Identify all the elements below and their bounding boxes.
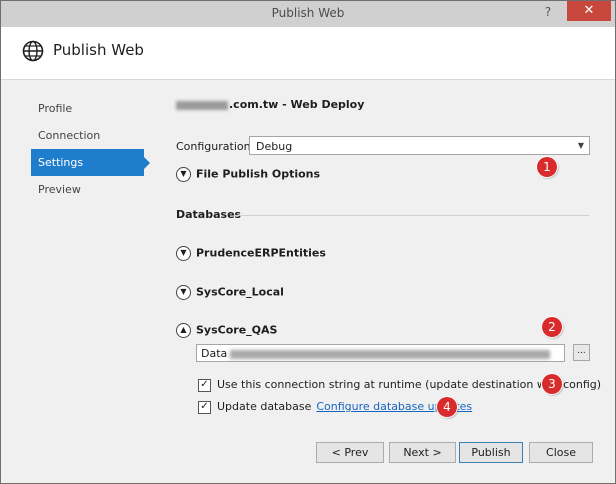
nav-item-settings[interactable]: Settings: [31, 149, 150, 176]
help-button[interactable]: ?: [539, 5, 557, 19]
file-publish-options-label: File Publish Options: [196, 167, 321, 181]
title-bar: Publish Web ? ✕: [1, 1, 615, 28]
close-button[interactable]: Close: [529, 442, 593, 463]
db-label: SysCore_Local: [196, 285, 284, 299]
update-database-row: ✓ Update database Configure database updat…: [198, 400, 472, 414]
chevron-up-icon: ▲: [176, 323, 191, 338]
use-connection-string-checkbox[interactable]: ✓: [198, 378, 211, 392]
publish-button[interactable]: Publish: [459, 442, 523, 463]
nav-item-profile[interactable]: Profile: [31, 95, 147, 122]
nav-item-preview[interactable]: Preview: [31, 176, 147, 203]
update-database-checkbox[interactable]: ✓: [198, 400, 211, 414]
db-expander-prudenceerpentities[interactable]: ▼ PrudenceERPEntities: [176, 246, 326, 261]
globe-icon: [22, 40, 44, 62]
annotation-badge-2: 2: [542, 317, 562, 337]
annotation-badge-1: 1: [537, 157, 557, 177]
chevron-down-icon: ▼: [176, 246, 191, 261]
configuration-label: Configuration:: [176, 140, 255, 153]
chevron-down-icon: ▼: [577, 141, 584, 150]
dialog-header: Publish Web: [1, 27, 615, 80]
db-label: PrudenceERPEntities: [196, 246, 326, 260]
use-connection-string-row: ✓ Use this connection string at runtime (…: [198, 378, 601, 392]
redacted-host: [176, 100, 228, 110]
annotation-badge-4: 4: [437, 397, 457, 417]
publish-web-dialog: Publish Web ? ✕ Publish Web Profile Conn…: [0, 0, 616, 484]
connection-string-prefix: Data: [201, 347, 228, 360]
dialog-title: Publish Web: [53, 41, 144, 59]
configuration-select[interactable]: Debug ▼: [249, 136, 590, 155]
nav-item-connection[interactable]: Connection: [31, 122, 147, 149]
browse-connection-button[interactable]: ...: [573, 344, 590, 361]
prev-button[interactable]: < Prev: [316, 442, 384, 463]
databases-divider: [234, 215, 589, 216]
chevron-down-icon: ▼: [176, 167, 191, 182]
update-database-label[interactable]: Update database: [217, 400, 311, 413]
file-publish-options-expander[interactable]: ▼ File Publish Options: [176, 167, 320, 182]
dialog-body: Profile Connection Settings Preview .com…: [1, 80, 615, 483]
annotation-badge-3: 3: [542, 374, 562, 394]
db-expander-syscore-qas[interactable]: ▲ SysCore_QAS: [176, 323, 277, 338]
db-label: SysCore_QAS: [196, 323, 278, 337]
db-expander-syscore-local[interactable]: ▼ SysCore_Local: [176, 285, 284, 300]
window-title: Publish Web: [271, 6, 345, 20]
profile-title: .com.tw - Web Deploy: [176, 98, 364, 111]
chevron-down-icon: ▼: [176, 285, 191, 300]
profile-title-suffix: .com.tw - Web Deploy: [229, 98, 365, 111]
close-window-button[interactable]: ✕: [567, 1, 611, 21]
redacted-connection-string: [230, 349, 551, 359]
connection-string-input[interactable]: Data: [196, 344, 565, 362]
configuration-value: Debug: [256, 140, 293, 153]
next-button[interactable]: Next >: [389, 442, 456, 463]
databases-heading: Databases: [176, 208, 242, 221]
connection-string-text: Data: [201, 347, 551, 360]
wizard-nav: Profile Connection Settings Preview: [31, 95, 150, 203]
